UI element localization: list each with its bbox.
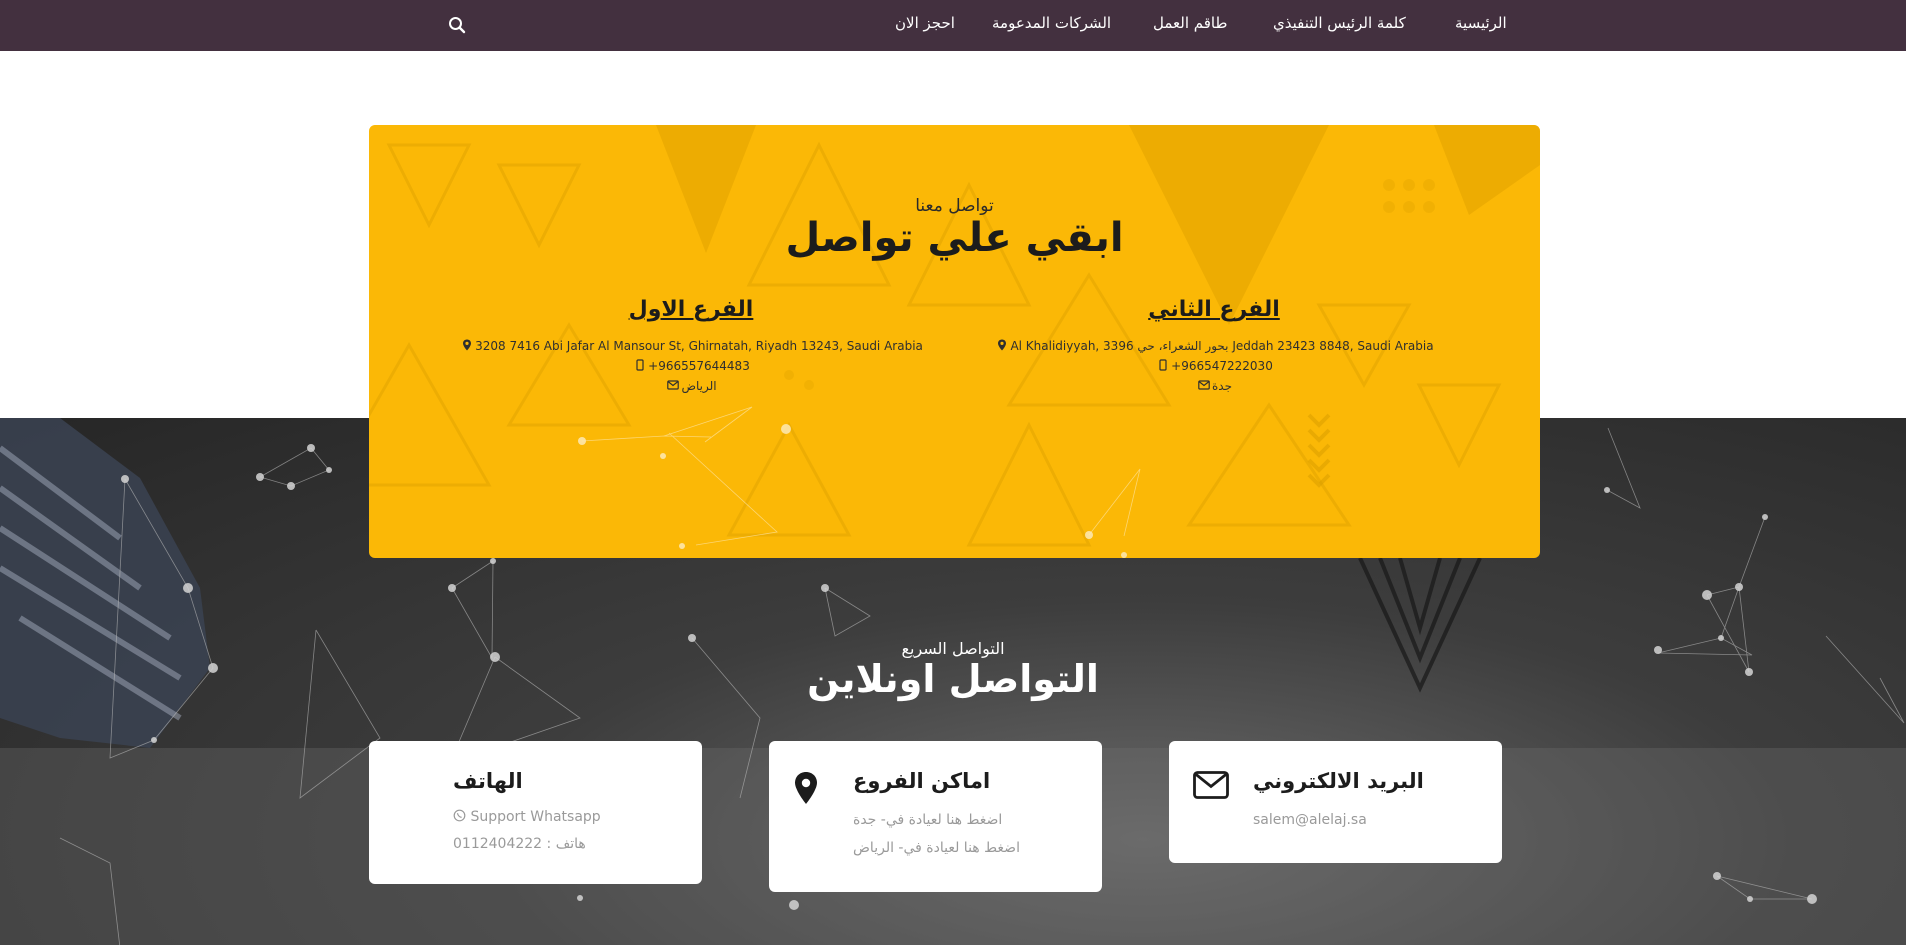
- envelope-icon: [667, 380, 680, 390]
- email-address-link[interactable]: salem@alelaj.sa: [1253, 812, 1367, 828]
- branch-locations-card: اماكن الفروع اضغط هنا لعيادة في- جدة اضغ…: [769, 741, 1102, 892]
- map-marker-icon: [998, 339, 1007, 351]
- phone-card: الهاتف Support Whatsapp هاتف : 011240422…: [369, 741, 702, 884]
- branch-locations-title: اماكن الفروع: [853, 769, 991, 793]
- branch-title: الفرع الثاني: [1148, 297, 1280, 322]
- whatsapp-support-text: Support Whatsapp: [470, 809, 601, 825]
- whatsapp-support-link[interactable]: Support Whatsapp: [453, 809, 601, 825]
- branch-address-text: 3208 7416 Abi Jafar Al Mansour St, Ghirn…: [475, 339, 923, 353]
- riyadh-clinic-link[interactable]: اضغط هنا لعيادة في- الرياض: [853, 840, 1020, 856]
- search-icon[interactable]: [448, 16, 466, 34]
- contact-us-card: تواصل معنا ابقي علي تواصل الفرع الثاني A…: [369, 125, 1540, 558]
- branch-address: 3208 7416 Abi Jafar Al Mansour St, Ghirn…: [431, 336, 951, 356]
- email-card: البريد الالكتروني salem@alelaj.sa: [1169, 741, 1502, 863]
- contact-subtitle: تواصل معنا: [915, 196, 994, 216]
- branch-phone-text: +966557644483: [648, 359, 750, 373]
- jeddah-clinic-link[interactable]: اضغط هنا لعيادة في- جدة: [853, 812, 1002, 828]
- phone-number: هاتف : 0112404222: [453, 836, 586, 852]
- map-marker-icon: [463, 339, 472, 351]
- envelope-icon: [1198, 380, 1210, 390]
- branch-first: الفرع الاول 3208 7416 Abi Jafar Al Manso…: [431, 297, 951, 396]
- nav-item-book-now[interactable]: احجز الان: [895, 14, 955, 32]
- map-marker-icon: [795, 772, 817, 804]
- top-navbar: الرئيسية كلمة الرئيس التنفيذي طاقم العمل…: [0, 0, 1906, 51]
- contact-title: ابقي علي تواصل: [785, 215, 1124, 261]
- branch-city-text: الرياض: [681, 379, 717, 393]
- branch-address-text: Al Khalidiyyah, 3396 بحور الشعراء، حي Je…: [1010, 339, 1434, 353]
- quick-contact-title: التواصل اونلاين: [807, 657, 1099, 701]
- branch-phone: +966557644483: [431, 356, 951, 376]
- branch-city: الرياض: [431, 376, 951, 396]
- branch-city: جدة: [954, 376, 1474, 396]
- quick-contact-subtitle: التواصل السريع: [901, 639, 1005, 658]
- branch-phone: +966547222030: [954, 356, 1474, 376]
- branch-second: الفرع الثاني Al Khalidiyyah, 3396 بحور ا…: [954, 297, 1474, 396]
- nav-item-supported-companies[interactable]: الشركات المدعومة: [992, 14, 1111, 32]
- nav-item-ceo-word[interactable]: كلمة الرئيس التنفيذي: [1273, 14, 1406, 32]
- envelope-icon: [1193, 771, 1229, 799]
- mobile-icon: [1159, 359, 1167, 371]
- whatsapp-icon: [453, 809, 466, 822]
- branch-city-text: جدة: [1211, 379, 1232, 393]
- mobile-icon: [636, 359, 644, 371]
- email-card-title: البريد الالكتروني: [1253, 769, 1424, 793]
- nav-item-staff[interactable]: طاقم العمل: [1153, 14, 1227, 32]
- branch-address: Al Khalidiyyah, 3396 بحور الشعراء، حي Je…: [954, 336, 1474, 356]
- nav-item-home[interactable]: الرئيسية: [1455, 14, 1507, 32]
- phone-card-title: الهاتف: [453, 769, 523, 793]
- branch-title: الفرع الاول: [628, 297, 754, 322]
- branch-phone-text: +966547222030: [1171, 359, 1273, 373]
